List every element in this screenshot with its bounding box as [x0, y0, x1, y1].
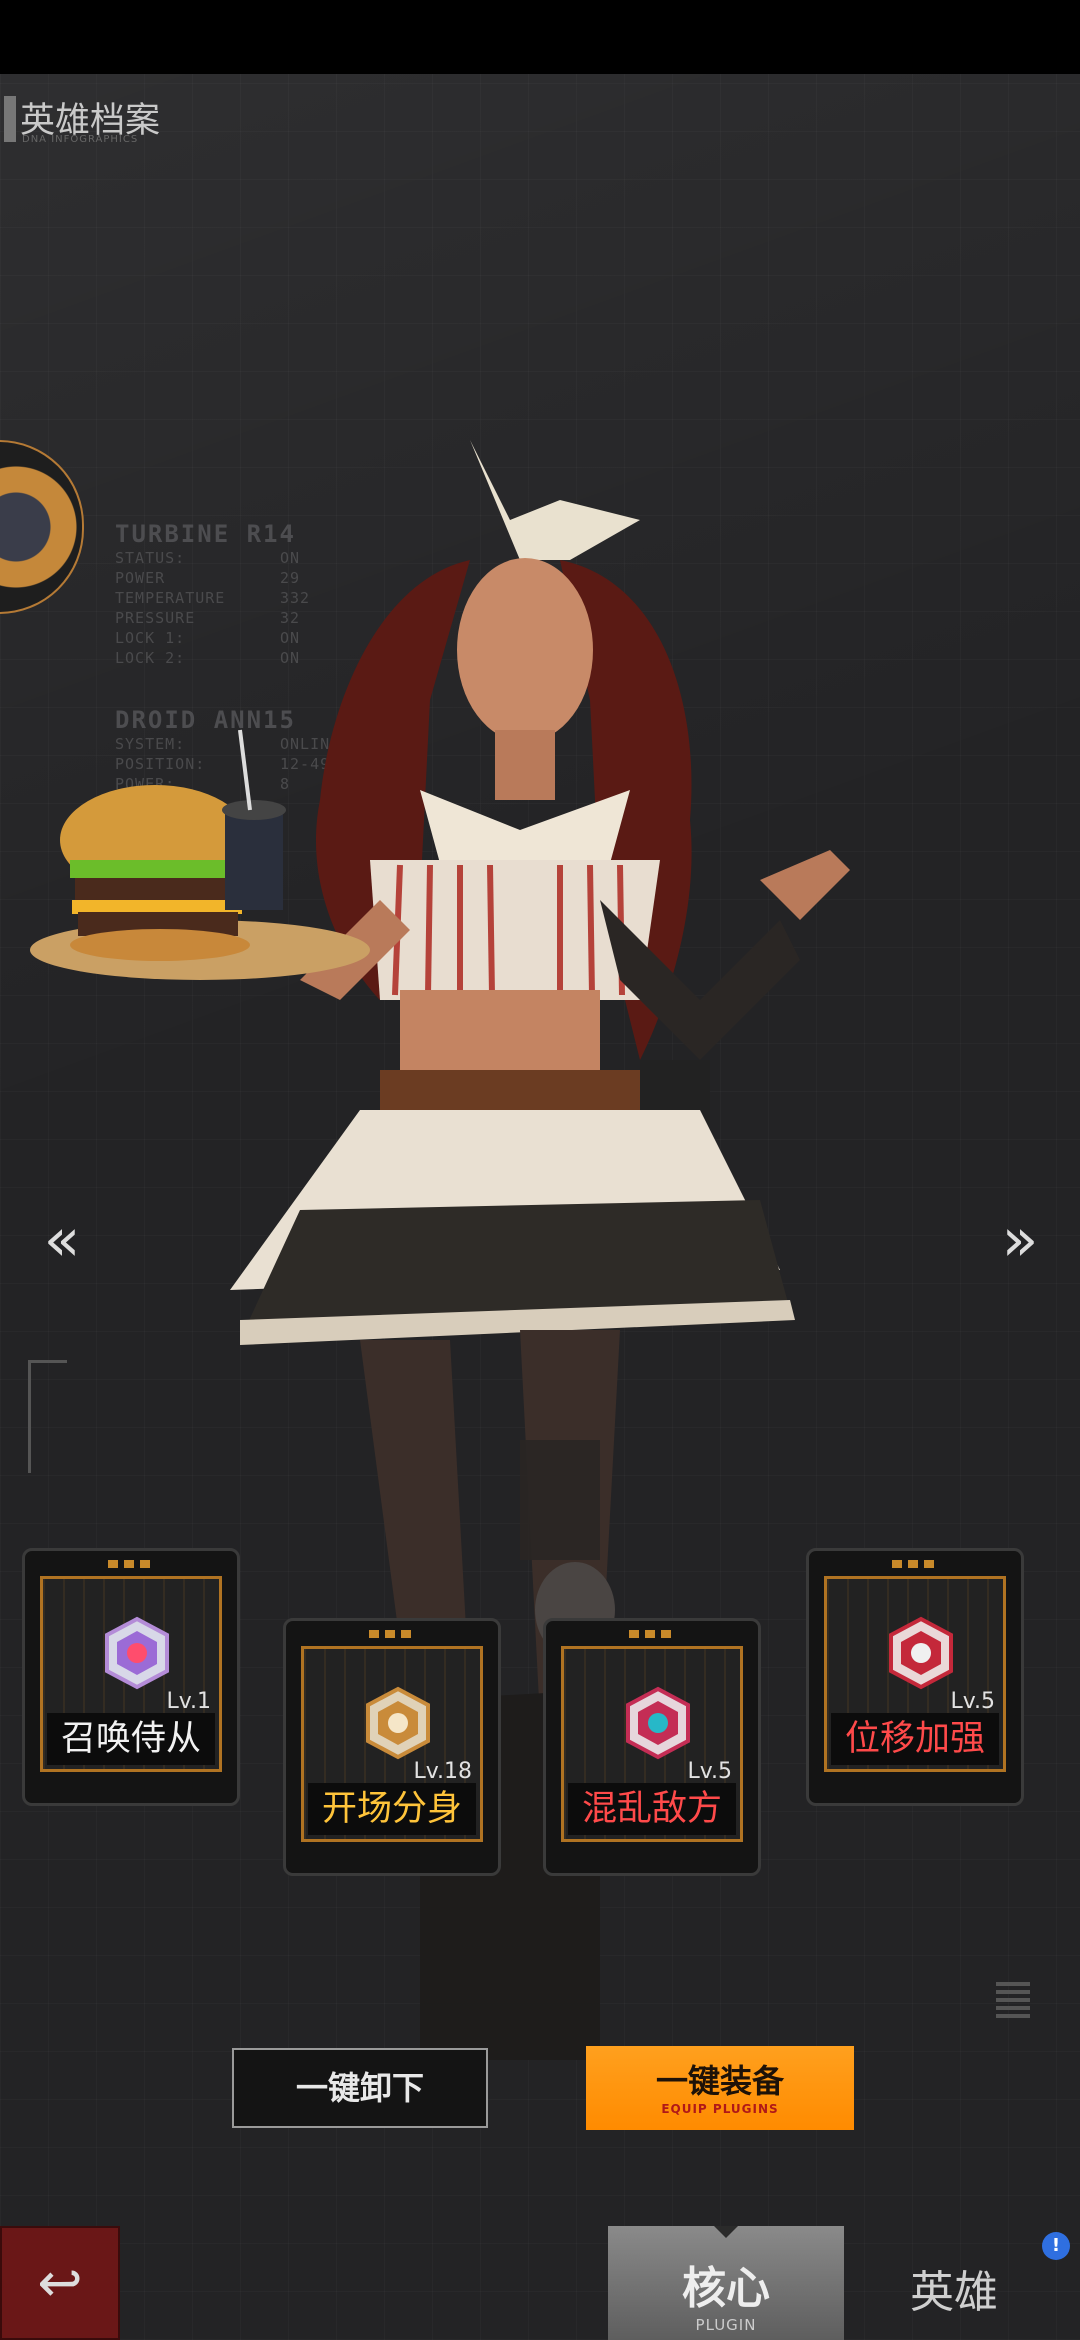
info-value: 332 [280, 589, 311, 607]
plugin-level: Lv.1 [166, 1689, 211, 1714]
info-key: SYSTEM: [115, 735, 186, 753]
plugin-name: 混乱敌方 [568, 1783, 736, 1835]
info-row: STATUS: ON [115, 548, 310, 568]
info-key: LOCK 1: [115, 629, 186, 647]
title-accent-bar [4, 96, 16, 142]
status-bar [0, 0, 1080, 74]
info-panel-heading: DROID ANN15 [115, 706, 296, 734]
tab-core-sublabel: PLUGIN [695, 2316, 757, 2334]
plugin-card[interactable]: Lv.1 召唤侍从 [22, 1548, 240, 1806]
plugin-badge-icon [889, 1616, 953, 1690]
plugin-name: 位移加强 [831, 1713, 999, 1765]
tab-core[interactable]: 核心 PLUGIN [608, 2226, 844, 2340]
info-row: TEMPERATURE 332 [115, 588, 310, 608]
plugin-card-dots [108, 1560, 154, 1568]
plugin-card-inner: Lv.5 位移加强 [824, 1576, 1006, 1772]
plugin-level: Lv.5 [950, 1689, 995, 1714]
info-row: SYSTEM: ONLINE [115, 734, 340, 754]
unequip-all-button[interactable]: 一键卸下 [232, 2048, 488, 2128]
info-value: ONLINE [280, 735, 341, 753]
info-row: POWER 29 [115, 568, 310, 588]
plugin-card-inner: Lv.18 开场分身 [301, 1646, 483, 1842]
info-key: POSITION: [115, 755, 206, 773]
plugin-name: 开场分身 [308, 1783, 476, 1835]
plugin-card-inner: Lv.5 混乱敌方 [561, 1646, 743, 1842]
page-subtitle: DNA INFOGRAPHICS [22, 134, 139, 145]
active-tab-caret-icon [714, 2226, 738, 2238]
plugin-card-dots [892, 1560, 938, 1568]
info-key: STATUS: [115, 549, 186, 567]
equip-all-sublabel: EQUIP PLUGINS [661, 2102, 779, 2116]
bars-icon [996, 1978, 1030, 2018]
notification-badge: ! [1042, 2232, 1070, 2260]
prev-hero-button[interactable]: « [32, 1205, 92, 1275]
plugin-card[interactable]: Lv.5 位移加强 [806, 1548, 1024, 1806]
info-value: 8 [280, 775, 291, 793]
info-row: LOCK 1: ON [115, 628, 310, 648]
info-row: LOCK 2: ON [115, 648, 310, 668]
frame-ornament [28, 1360, 67, 1473]
plugin-card-inner: Lv.1 召唤侍从 [40, 1576, 222, 1772]
info-value: 32 [280, 609, 301, 627]
info-row: PRESSURE 32 [115, 608, 310, 628]
info-value: 29 [280, 569, 301, 587]
info-key: LOCK 2: [115, 649, 186, 667]
info-panel-droid: DROID ANN15 SYSTEM: ONLINE POSITION: 12-49… [115, 706, 340, 794]
info-value: ON [280, 649, 301, 667]
plugin-card-dots [369, 1630, 415, 1638]
info-key: TEMPERATURE [115, 589, 226, 607]
plugin-card[interactable]: Lv.5 混乱敌方 [543, 1618, 761, 1876]
info-value: ON [280, 549, 301, 567]
plugin-level: Lv.5 [687, 1759, 732, 1784]
plugin-badge-icon [366, 1686, 430, 1760]
equip-all-label: 一键装备 [655, 2062, 784, 2100]
plugin-card-dots [629, 1630, 675, 1638]
info-key: PRESSURE [115, 609, 196, 627]
equip-all-button[interactable]: 一键装备 EQUIP PLUGINS [586, 2046, 854, 2130]
plugin-level: Lv.18 [413, 1759, 472, 1784]
info-row: POWER: 8 [115, 774, 340, 794]
info-key: POWER: [115, 775, 176, 793]
info-value: 12-49 [280, 755, 331, 773]
plugin-card[interactable]: Lv.18 开场分身 [283, 1618, 501, 1876]
back-icon: ↩ [37, 2251, 83, 2314]
info-panel-heading: TURBINE R14 [115, 520, 296, 548]
tab-core-label: 核心 [682, 2263, 770, 2314]
tab-hero[interactable]: 英雄 [910, 2256, 998, 2320]
plugin-name: 召唤侍从 [47, 1713, 215, 1765]
info-key: POWER [115, 569, 166, 587]
background [0, 74, 1080, 2340]
plugin-badge-icon [105, 1616, 169, 1690]
info-row: POSITION: 12-49 [115, 754, 340, 774]
plugin-badge-icon [626, 1686, 690, 1760]
next-hero-button[interactable]: » [990, 1205, 1050, 1275]
info-value: ON [280, 629, 301, 647]
info-panel-turbine: TURBINE R14 STATUS: ON POWER 29 TEMPERATUR… [115, 520, 310, 668]
back-button[interactable]: ↩ [0, 2226, 120, 2340]
